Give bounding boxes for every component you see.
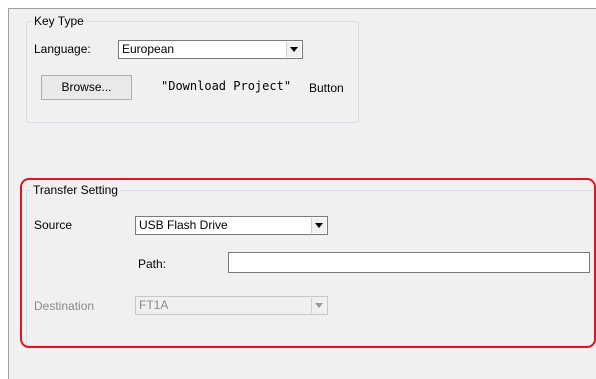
download-button-label: Button xyxy=(309,81,344,95)
dropdown-arrow-icon xyxy=(311,298,326,313)
dropdown-arrow-icon[interactable] xyxy=(286,42,301,57)
destination-select[interactable]: FT1A xyxy=(135,296,328,315)
transfer-setting-title: Transfer Setting xyxy=(31,183,120,197)
path-input[interactable] xyxy=(228,252,590,273)
dropdown-arrow-icon[interactable] xyxy=(311,218,326,233)
settings-panel: Key Type Language: European Browse... "D… xyxy=(8,8,596,379)
destination-label: Destination xyxy=(34,299,95,313)
language-label: Language: xyxy=(34,42,91,56)
language-select[interactable]: European xyxy=(118,40,303,59)
source-label: Source xyxy=(34,218,73,232)
source-value: USB Flash Drive xyxy=(139,218,228,232)
language-value: European xyxy=(122,42,175,56)
source-select[interactable]: USB Flash Drive xyxy=(135,216,328,235)
download-project-text: "Download Project" xyxy=(161,79,292,93)
transfer-setting-group: Transfer Setting Source USB Flash Drive … xyxy=(26,183,596,346)
path-label: Path: xyxy=(138,257,167,271)
browse-button[interactable]: Browse... xyxy=(41,75,132,100)
destination-value: FT1A xyxy=(139,298,169,312)
key-type-group: Key Type Language: European Browse... "D… xyxy=(26,14,359,123)
key-type-title: Key Type xyxy=(32,14,86,28)
